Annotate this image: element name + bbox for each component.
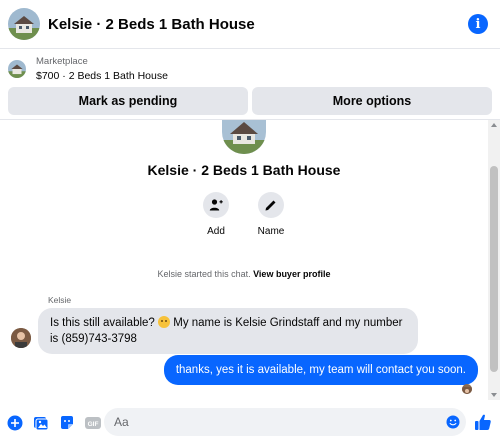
outgoing-message: thanks, yes it is available, my team wil… xyxy=(163,355,478,385)
pencil-icon xyxy=(258,192,284,218)
listing-price-title: $700 · 2 Beds 1 Bath House xyxy=(36,70,168,82)
add-action[interactable]: Add xyxy=(186,192,246,237)
chat-header: Kelsie · 2 Beds 1 Bath House i xyxy=(0,0,500,48)
incoming-message: Is this still available? My name is Kels… xyxy=(38,308,418,354)
header-divider xyxy=(0,48,500,49)
message-thread[interactable]: Kelsie · 2 Beds 1 Bath House Add Name Ke… xyxy=(0,120,488,400)
info-icon[interactable]: i xyxy=(468,14,488,34)
chat-started-notice: Kelsie started this chat. View buyer pro… xyxy=(0,269,488,279)
listing-small-thumbnail xyxy=(8,60,26,78)
scroll-up-arrow-icon[interactable] xyxy=(491,123,497,127)
photo-icon[interactable] xyxy=(32,414,50,432)
add-label: Add xyxy=(207,226,225,237)
mark-as-pending-button[interactable]: Mark as pending xyxy=(8,87,248,115)
thumbs-up-icon[interactable] xyxy=(474,413,492,431)
sticker-icon[interactable] xyxy=(58,414,76,432)
message-composer: GIF xyxy=(0,402,500,444)
name-action[interactable]: Name xyxy=(241,192,301,237)
profile-picture xyxy=(222,120,266,154)
seen-receipt-avatar xyxy=(462,384,472,394)
listing-actions: Mark as pending More options xyxy=(8,87,492,115)
listing-thumbnail[interactable] xyxy=(8,8,40,40)
emoji-icon[interactable] xyxy=(446,415,460,429)
add-person-icon xyxy=(203,192,229,218)
profile-name: Kelsie · 2 Beds 1 Bath House xyxy=(147,162,341,178)
marketplace-label: Marketplace xyxy=(36,56,88,67)
message-input[interactable] xyxy=(104,408,466,436)
incoming-text-part1: Is this still available? xyxy=(50,317,155,329)
smile-emoji-icon xyxy=(158,316,171,328)
more-options-button[interactable]: More options xyxy=(252,87,492,115)
sender-name: Kelsie xyxy=(48,295,72,305)
view-buyer-profile-link[interactable]: View buyer profile xyxy=(253,269,330,279)
listing-bar[interactable]: Marketplace $700 · 2 Beds 1 Bath House xyxy=(0,50,500,88)
thread-scrollbar[interactable] xyxy=(488,120,500,400)
sender-avatar[interactable] xyxy=(11,328,31,348)
scroll-thumb[interactable] xyxy=(490,166,498,372)
gif-icon[interactable]: GIF xyxy=(84,414,102,432)
scroll-down-arrow-icon[interactable] xyxy=(491,393,497,397)
chat-started-text: Kelsie started this chat. xyxy=(157,269,251,279)
name-label: Name xyxy=(257,226,285,237)
svg-text:GIF: GIF xyxy=(88,421,99,428)
plus-circle-icon[interactable] xyxy=(6,414,24,432)
chat-title: Kelsie · 2 Beds 1 Bath House xyxy=(48,15,255,33)
